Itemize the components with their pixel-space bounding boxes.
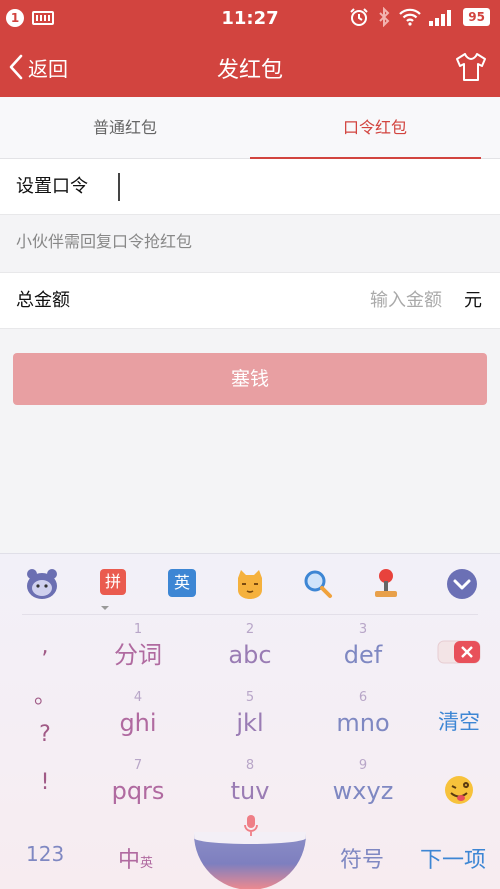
symbols-key[interactable]: 符号 [340, 842, 384, 874]
submit-money-button[interactable]: 塞钱 [13, 353, 487, 405]
joystick-icon[interactable] [368, 566, 404, 602]
mascot-icon[interactable] [24, 566, 60, 602]
key-6-mno[interactable]: 6 mno [307, 690, 419, 754]
battery-icon: 95 [463, 8, 490, 26]
amount-input[interactable]: 输入金额 [370, 273, 442, 329]
dropdown-caret-icon [101, 606, 109, 610]
lang-sub-label: 英 [140, 856, 154, 871]
microphone-icon[interactable] [244, 814, 258, 838]
password-row[interactable]: 设置口令 [0, 159, 500, 215]
punct-period-key[interactable]: 。 [22, 678, 68, 710]
key-4-ghi[interactable]: 4 ghi [82, 690, 194, 754]
page-title: 发红包 [216, 58, 283, 83]
key-7-pqrs[interactable]: 7 pqrs [82, 758, 194, 822]
key-3-def[interactable]: 3 def [307, 622, 419, 686]
key-2-abc[interactable]: 2 abc [194, 622, 306, 686]
nav-bar: 返回 发红包 [0, 36, 500, 97]
space-key[interactable] [194, 832, 306, 889]
numbers-key[interactable]: 123 [26, 842, 64, 866]
clear-button[interactable]: 清空 [428, 706, 490, 736]
packet-type-tabs: 普通红包 口令红包 [0, 97, 500, 159]
bluetooth-icon [379, 7, 390, 27]
amount-row[interactable]: 总金额 输入金额 元 [0, 272, 500, 329]
backspace-icon[interactable] [428, 638, 490, 666]
password-label: 设置口令 [16, 176, 88, 197]
lang-switch-key[interactable]: 中英 [118, 842, 153, 874]
next-field-key[interactable]: 下一项 [420, 842, 486, 874]
keyboard-toolbar: 拼 英 [0, 554, 500, 614]
tab-password-packet[interactable]: 口令红包 [250, 97, 500, 159]
cat-emoji-icon[interactable] [232, 566, 268, 602]
password-hint: 小伙伴需回复口令抢红包 [16, 232, 193, 251]
amount-label: 总金额 [16, 290, 70, 311]
keyboard-divider [22, 614, 478, 615]
tab-normal-packet[interactable]: 普通红包 [0, 97, 250, 158]
punct-exclaim-key[interactable]: ! [22, 770, 68, 795]
alarm-icon [350, 8, 369, 26]
signal-icon [429, 10, 452, 26]
punct-comma-key[interactable]: , [22, 634, 68, 659]
status-icons: 95 [349, 7, 490, 27]
amount-unit: 元 [464, 290, 482, 311]
password-input[interactable] [118, 173, 120, 201]
search-icon[interactable] [300, 566, 336, 602]
pinyin-label: 拼 [100, 569, 126, 595]
ime-keyboard: 拼 英 , 。 ? ! 1 分词 2 abc 3 def 4 ghi 5 jkl… [0, 553, 500, 889]
pinyin-icon[interactable]: 拼 [100, 569, 140, 610]
key-5-jkl[interactable]: 5 jkl [194, 690, 306, 754]
emoji-face-icon[interactable] [428, 774, 490, 806]
key-1-segment[interactable]: 1 分词 [82, 622, 194, 686]
wifi-icon [399, 8, 422, 26]
status-bar: 1 11:27 95 [0, 0, 500, 36]
shirt-icon[interactable] [454, 50, 488, 84]
english-icon[interactable]: 英 [168, 569, 196, 597]
keyboard-bottom-row: 123 中英 符号 下一项 [0, 815, 500, 889]
collapse-keyboard-icon[interactable] [444, 566, 480, 602]
key-8-tuv[interactable]: 8 tuv [194, 758, 306, 822]
key-9-wxyz[interactable]: 9 wxyz [307, 758, 419, 822]
lang-main-label: 中 [118, 848, 141, 873]
punct-question-key[interactable]: ? [22, 722, 68, 747]
